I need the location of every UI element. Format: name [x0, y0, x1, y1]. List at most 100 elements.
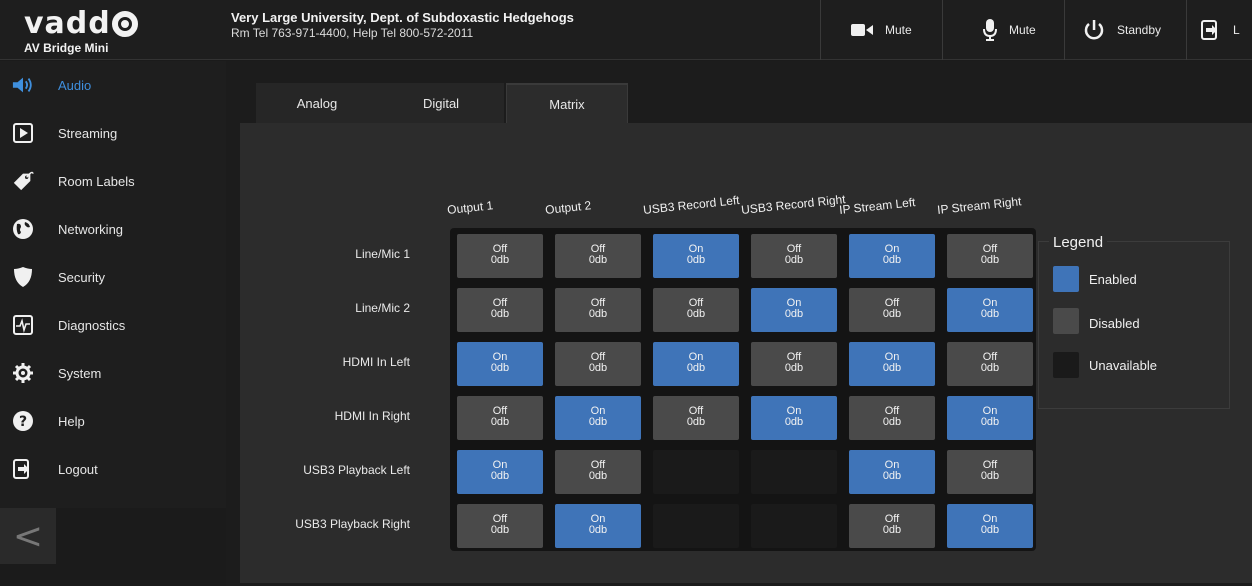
gear-icon	[12, 362, 34, 384]
cell-gain: 0db	[980, 416, 1000, 428]
tag-icon	[12, 170, 34, 192]
matrix-cell-toggle[interactable]: On 0db	[849, 234, 935, 278]
cell-gain: 0db	[784, 416, 804, 428]
cell-gain: 0db	[490, 362, 510, 374]
matrix-cell-toggle[interactable]: Off 0db	[849, 504, 935, 548]
tab-digital[interactable]: Digital	[378, 83, 504, 123]
brand: vadd AV Bridge Mini	[0, 0, 210, 60]
cell-gain: 0db	[784, 254, 804, 266]
matrix-cell-toggle[interactable]: On 0db	[947, 504, 1033, 548]
cell-gain: 0db	[882, 524, 902, 536]
matrix-cell-toggle[interactable]: Off 0db	[751, 234, 837, 278]
matrix-cell-toggle[interactable]: Off 0db	[555, 450, 641, 494]
matrix-cell-toggle[interactable]: On 0db	[751, 288, 837, 332]
matrix-cell-toggle[interactable]: On 0db	[555, 396, 641, 440]
row-label: USB3 Playback Right	[295, 517, 410, 531]
sidebar-item-label: Logout	[58, 461, 98, 477]
matrix-cell-unavailable	[653, 504, 739, 548]
matrix-cell-toggle[interactable]: Off 0db	[457, 288, 543, 332]
site-info: Very Large University, Dept. of Subdoxas…	[231, 10, 574, 41]
speaker-icon	[12, 74, 34, 96]
matrix-cell-toggle[interactable]: Off 0db	[457, 504, 543, 548]
sidebar-item-label: Room Labels	[58, 173, 135, 189]
cell-gain: 0db	[980, 470, 1000, 482]
matrix-cell-toggle[interactable]: Off 0db	[849, 288, 935, 332]
header-logout-button[interactable]: L	[1186, 0, 1252, 60]
matrix-cell-toggle[interactable]: Off 0db	[555, 342, 641, 386]
cell-gain: 0db	[784, 308, 804, 320]
sidebar-item-diagnostics[interactable]: Diagnostics	[0, 301, 226, 349]
tab-matrix[interactable]: Matrix	[506, 83, 628, 123]
sidebar-item-audio[interactable]: Audio	[0, 61, 226, 109]
column-header: Output 1	[446, 198, 494, 217]
matrix-cell-toggle[interactable]: On 0db	[947, 396, 1033, 440]
matrix-cell-toggle[interactable]: Off 0db	[653, 288, 739, 332]
sidebar-item-help[interactable]: ? Help	[0, 397, 226, 445]
cell-gain: 0db	[686, 254, 706, 266]
matrix-cell-toggle[interactable]: On 0db	[653, 234, 739, 278]
legend-swatch-unavailable	[1053, 352, 1079, 378]
matrix-cell-toggle[interactable]: On 0db	[457, 342, 543, 386]
site-phone: Rm Tel 763-971-4400, Help Tel 800-572-20…	[231, 26, 474, 40]
matrix-cell-toggle[interactable]: On 0db	[849, 450, 935, 494]
column-header: Output 2	[544, 198, 592, 217]
matrix-cell-toggle[interactable]: On 0db	[751, 396, 837, 440]
cell-gain: 0db	[980, 308, 1000, 320]
matrix-cell-toggle[interactable]: Off 0db	[555, 288, 641, 332]
sidebar-item-logout[interactable]: Logout	[0, 445, 226, 493]
audio-mute-button[interactable]: Mute	[942, 0, 1064, 60]
cell-gain: 0db	[980, 362, 1000, 374]
vaddio-logo: vadd	[24, 6, 138, 41]
cell-gain: 0db	[882, 416, 902, 428]
matrix-cell-toggle[interactable]: On 0db	[849, 342, 935, 386]
matrix-cell-toggle[interactable]: On 0db	[947, 288, 1033, 332]
matrix-cell-toggle[interactable]: Off 0db	[555, 234, 641, 278]
cell-gain: 0db	[882, 308, 902, 320]
globe-icon	[12, 218, 34, 240]
matrix-cell-toggle[interactable]: Off 0db	[457, 396, 543, 440]
matrix-cell-toggle[interactable]: Off 0db	[947, 234, 1033, 278]
matrix-panel: Output 1 Output 2 USB3 Record Left USB3 …	[240, 123, 1252, 583]
cell-gain: 0db	[882, 470, 902, 482]
matrix-cell-toggle[interactable]: On 0db	[555, 504, 641, 548]
shield-icon	[12, 266, 34, 288]
sidebar-item-streaming[interactable]: Streaming	[0, 109, 226, 157]
camera-icon	[851, 24, 873, 36]
matrix-cell-toggle[interactable]: On 0db	[457, 450, 543, 494]
routing-matrix: Off 0db Off 0db On 0db Off 0db On 0db Off 0db Off 0db…	[450, 228, 1036, 551]
sidebar-item-security[interactable]: Security	[0, 253, 226, 301]
sidebar-item-system[interactable]: System	[0, 349, 226, 397]
sidebar-item-networking[interactable]: Networking	[0, 205, 226, 253]
sidebar-collapse-button[interactable]: <	[0, 508, 56, 564]
cell-gain: 0db	[490, 254, 510, 266]
cell-gain: 0db	[490, 524, 510, 536]
matrix-cell-toggle[interactable]: On 0db	[653, 342, 739, 386]
matrix-cell-toggle[interactable]: Off 0db	[947, 342, 1033, 386]
svg-text:?: ?	[19, 414, 27, 430]
video-mute-button[interactable]: Mute	[820, 0, 942, 60]
audio-mute-label: Mute	[1009, 23, 1036, 37]
top-header: vadd AV Bridge Mini Very Large Universit…	[0, 0, 1252, 60]
cell-gain: 0db	[686, 416, 706, 428]
cell-gain: 0db	[588, 308, 608, 320]
matrix-cell-toggle[interactable]: Off 0db	[751, 342, 837, 386]
product-name: AV Bridge Mini	[24, 41, 109, 55]
cell-gain: 0db	[588, 470, 608, 482]
cell-gain: 0db	[980, 524, 1000, 536]
legend-label-enabled: Enabled	[1089, 272, 1137, 287]
tab-label: Analog	[296, 95, 338, 111]
matrix-cell-toggle[interactable]: Off 0db	[849, 396, 935, 440]
cell-gain: 0db	[490, 416, 510, 428]
logout-icon	[1201, 20, 1217, 40]
logout-icon	[12, 458, 34, 480]
matrix-cell-toggle[interactable]: Off 0db	[457, 234, 543, 278]
row-label: Line/Mic 1	[355, 247, 410, 261]
main-content: Analog Digital Matrix Output 1 Output 2 …	[226, 61, 1252, 586]
cell-gain: 0db	[686, 362, 706, 374]
standby-button[interactable]: Standby	[1064, 0, 1186, 60]
matrix-cell-unavailable	[653, 450, 739, 494]
matrix-cell-toggle[interactable]: Off 0db	[653, 396, 739, 440]
sidebar-item-room-labels[interactable]: Room Labels	[0, 157, 226, 205]
matrix-cell-toggle[interactable]: Off 0db	[947, 450, 1033, 494]
tab-analog[interactable]: Analog	[256, 83, 378, 123]
